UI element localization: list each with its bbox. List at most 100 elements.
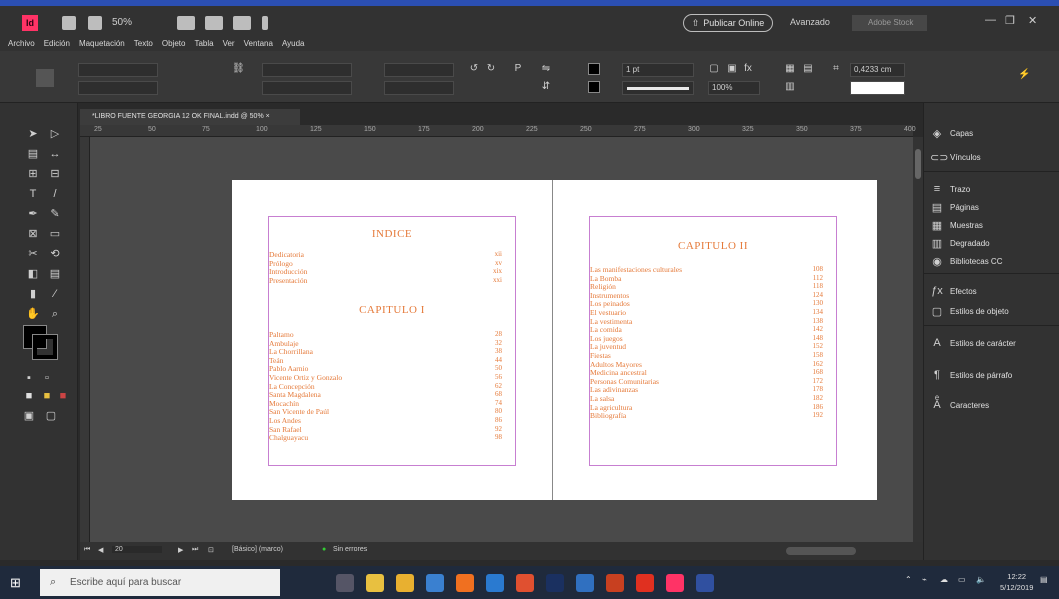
panel-item-character-styles[interactable]: A Estilos de carácter (930, 335, 1015, 351)
menu-maquetacion[interactable]: Maquetación (79, 36, 125, 51)
apply-gradient-icon[interactable]: ■ (40, 389, 54, 403)
frame-fitting-icon[interactable]: ▢ (708, 63, 720, 75)
arrange-documents-icon[interactable] (233, 16, 251, 30)
panel-item-effects[interactable]: ƒx Efectos (930, 283, 977, 299)
explorer-window-icon[interactable] (576, 574, 594, 592)
edge-icon[interactable] (486, 574, 504, 592)
vertical-scrollbar[interactable] (913, 137, 923, 542)
hand-tool-icon[interactable]: ✋ (26, 307, 40, 321)
effects-fx-icon[interactable]: fx (742, 63, 754, 75)
first-page-icon[interactable]: ⏮ (84, 546, 90, 554)
stroke-color-icon[interactable] (32, 334, 58, 360)
eyedropper-tool-icon[interactable]: ⁄ (48, 287, 62, 301)
rotate-right-icon[interactable]: ↻ (485, 63, 497, 75)
width-field[interactable] (262, 63, 352, 77)
stock-search-input[interactable]: Adobe Stock (852, 15, 927, 31)
battery-icon[interactable]: ▭ (958, 575, 966, 584)
menu-archivo[interactable]: Archivo (8, 36, 35, 51)
reference-point-icon[interactable] (36, 69, 54, 87)
next-page-icon[interactable]: ▶ (178, 546, 183, 554)
quick-apply-icon[interactable]: ⚡ (1018, 69, 1030, 81)
prev-page-icon[interactable]: ◀ (98, 546, 103, 554)
indesign-task-icon[interactable] (666, 574, 684, 592)
menu-edicion[interactable]: Edición (44, 36, 70, 51)
rotate-left-icon[interactable]: ↺ (468, 63, 480, 75)
document-tab[interactable]: *LIBRO FUENTE GEORGIA 12 OK FINAL.indd @… (80, 109, 300, 125)
volume-icon[interactable]: 🔈 (976, 575, 986, 584)
style-label[interactable]: [Básico] (marco) (232, 546, 283, 553)
gap-tool-icon[interactable]: ↔ (48, 147, 62, 161)
zoom-tool-icon[interactable]: ⌕ (48, 307, 62, 321)
file-explorer-icon[interactable] (396, 574, 414, 592)
firefox-icon[interactable] (516, 574, 534, 592)
mail-icon[interactable] (426, 574, 444, 592)
cloud-icon[interactable]: ☁ (940, 575, 948, 584)
formatting-container-icon[interactable]: ■ (22, 389, 36, 403)
store-icon[interactable] (366, 574, 384, 592)
page-number-field[interactable]: 20 (112, 546, 162, 553)
panel-item-glyphs[interactable]: Aͤ Caracteres (930, 397, 989, 413)
stock-icon[interactable] (88, 16, 102, 30)
task-view-icon[interactable] (336, 574, 354, 592)
document-canvas[interactable]: INDICE Dedicatoria xii Prólogo xv Introducci… (90, 137, 913, 542)
illustrator-icon[interactable] (606, 574, 624, 592)
distribute-icon[interactable]: ▥ (784, 81, 796, 93)
taskbar-search-input[interactable]: ⌕ Escribe aquí para buscar (40, 569, 280, 596)
bridge-icon[interactable] (62, 16, 76, 30)
clock[interactable]: 12:22 5/12/2019 (1000, 571, 1033, 593)
panel-item-cc-libraries[interactable]: ◉ Bibliotecas CC (930, 253, 1002, 269)
minimize-icon[interactable]: — (985, 14, 996, 26)
rectangle-frame-tool-icon[interactable]: ⊠ (26, 227, 40, 241)
apply-color-icon[interactable]: ▪ (22, 371, 36, 385)
scissors-tool-icon[interactable]: ✂ (26, 247, 40, 261)
gpu-icon[interactable] (262, 16, 268, 30)
gradient-swatch-tool-icon[interactable]: ◧ (26, 267, 40, 281)
preflight-status[interactable]: Sin errores (333, 546, 367, 553)
panel-item-layers[interactable]: ◈ Capas (930, 125, 973, 141)
y-position-field[interactable] (78, 81, 158, 95)
flip-vertical-icon[interactable]: ⇵ (540, 81, 552, 93)
selection-container-icon[interactable]: P (512, 63, 524, 75)
x-position-field[interactable] (78, 63, 158, 77)
corner-options-icon[interactable]: ⌗ (830, 63, 842, 75)
horizontal-scrollbar[interactable] (786, 547, 856, 555)
stroke-weight-field[interactable]: 1 pt (622, 63, 694, 77)
stroke-swatch-icon[interactable] (588, 81, 600, 93)
windows-start-icon[interactable]: ⊞ (10, 576, 24, 590)
panel-item-links[interactable]: ⊂⊃ Vínculos (930, 149, 981, 165)
content-collector-icon[interactable]: ⊞ (26, 167, 40, 181)
text-wrap-icon[interactable]: ▦ (784, 63, 796, 75)
close-icon[interactable]: ✕ (1028, 14, 1037, 27)
normal-view-icon[interactable]: ▣ (22, 409, 36, 423)
fit-frame-icon[interactable]: ▣ (726, 63, 738, 75)
word-icon[interactable] (696, 574, 714, 592)
page-tool-icon[interactable]: ▤ (26, 147, 40, 161)
note-tool-icon[interactable]: ▮ (26, 287, 40, 301)
gradient-feather-tool-icon[interactable]: ▤ (48, 267, 62, 281)
stroke-type-select[interactable] (622, 81, 694, 95)
open-folder-icon[interactable]: ⊡ (208, 546, 214, 554)
height-field[interactable] (262, 81, 352, 95)
fill-swatch-icon[interactable] (588, 63, 600, 75)
opacity-field[interactable]: 100% (708, 81, 760, 95)
search-app-icon[interactable] (456, 574, 474, 592)
apply-none-icon[interactable]: ▫ (40, 371, 54, 385)
menu-texto[interactable]: Texto (134, 36, 153, 51)
rectangle-tool-icon[interactable]: ▭ (48, 227, 62, 241)
right-page[interactable]: CAPITULO II Las manifestaciones cultural… (553, 180, 877, 500)
menu-objeto[interactable]: Objeto (162, 36, 186, 51)
panel-item-swatches[interactable]: ▦ Muestras (930, 217, 983, 233)
corner-size-field[interactable]: 0,4233 cm (850, 63, 905, 77)
scale-x-field[interactable] (384, 63, 454, 77)
flip-horizontal-icon[interactable]: ⇋ (540, 63, 552, 75)
selection-tool-icon[interactable]: ➤ (26, 127, 40, 141)
panel-item-paragraph-styles[interactable]: ¶ Estilos de párrafo (930, 367, 1012, 383)
swap-colors-icon[interactable]: ■ (56, 389, 70, 403)
menu-ayuda[interactable]: Ayuda (282, 36, 305, 51)
panel-item-object-styles[interactable]: ▢ Estilos de objeto (930, 303, 1009, 319)
panel-item-gradient[interactable]: ▥ Degradado (930, 235, 990, 251)
last-page-icon[interactable]: ⏭ (192, 546, 198, 554)
maximize-icon[interactable]: ❐ (1005, 14, 1015, 27)
preview-mode-icon[interactable]: ▢ (44, 409, 58, 423)
pen-tool-icon[interactable]: ✒ (26, 207, 40, 221)
